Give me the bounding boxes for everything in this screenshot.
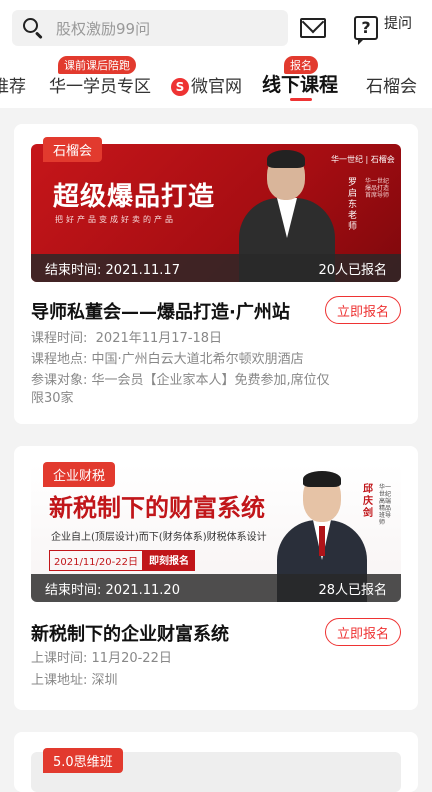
- tab-recommend[interactable]: 推荐: [0, 72, 26, 97]
- end-time: 结束时间: 2021.11.20: [45, 582, 180, 598]
- signup-button[interactable]: 立即报名: [325, 296, 401, 324]
- speaker-name: 罗启东老师: [348, 178, 358, 232]
- course-card[interactable]: 石榴会 超级爆品打造 把好产品变成好卖的产品 华一世纪 | 石榴会 罗启东老师 …: [14, 124, 418, 424]
- signup-count: 20人已报名: [318, 262, 387, 278]
- banner-status-strip: 结束时间: 2021.11.17 20人已报名: [31, 254, 401, 282]
- banner-headline: 超级爆品打造: [53, 182, 216, 212]
- course-audience: 参课对象: 华一会员【企业家本人】免费参加,席位仅限30家: [31, 373, 330, 406]
- banner-date: 2021/11/20-22日: [49, 550, 143, 571]
- tab-micro-site[interactable]: S 微官网: [171, 72, 242, 97]
- course-tag: 企业财税: [43, 462, 116, 487]
- course-card[interactable]: 5.0思维班: [14, 732, 418, 792]
- course-time: 课程时间: 2021年11月17-18日: [31, 331, 223, 346]
- category-tabs: 推荐 课前课后陪跑 华一学员专区 S 微官网 报名 线下课程 石榴会: [0, 56, 432, 108]
- course-title: 新税制下的企业财富系统: [31, 624, 229, 645]
- speaker-desc: 华一世纪爆品打造首席导师: [365, 178, 390, 199]
- banner-headline: 新税制下的财富系统: [49, 493, 265, 522]
- top-bar: 股权激励99问 ? 提问: [0, 0, 432, 56]
- tab-pomegranate[interactable]: 石榴会: [366, 72, 417, 97]
- ask-label: 提问: [384, 16, 412, 32]
- speaker-desc: 华一世纪高端精品班导师: [379, 484, 392, 526]
- speaker-name: 邱庆剑: [363, 484, 373, 519]
- course-card[interactable]: 企业财税 新税制下的财富系统 企业自上(顶层设计)而下(财务体系)财税体系设计 …: [14, 446, 418, 710]
- search-placeholder: 股权激励99问: [56, 19, 151, 38]
- course-time: 上课时间: 11月20-22日: [31, 651, 172, 666]
- course-banner[interactable]: 超级爆品打造 把好产品变成好卖的产品 华一世纪 | 石榴会 罗启东老师 华一世纪…: [31, 144, 401, 282]
- course-title: 导师私董会——爆品打造·广州站: [31, 302, 290, 323]
- signup-button[interactable]: 立即报名: [325, 618, 401, 646]
- banner-subline: 企业自上(顶层设计)而下(财务体系)财税体系设计: [51, 532, 267, 543]
- banner-cta: 即刻报名: [142, 550, 195, 571]
- course-location: 课程地点: 中国·广州白云大道北希尔顿欢朋酒店: [31, 352, 304, 367]
- weibo-icon: S: [171, 78, 189, 96]
- banner-date-cta: 2021/11/20-22日 即刻报名: [49, 550, 195, 571]
- course-tag: 5.0思维班: [43, 748, 123, 773]
- search-icon: [22, 17, 44, 40]
- brand-logo: 华一世纪 | 石榴会: [331, 155, 395, 164]
- banner-status-strip: 结束时间: 2021.11.20 28人已报名: [31, 574, 401, 602]
- end-time: 结束时间: 2021.11.17: [45, 262, 180, 278]
- banner-subline: 把好产品变成好卖的产品: [55, 215, 176, 224]
- ask-button[interactable]: ? 提问: [354, 16, 412, 45]
- active-tab-indicator: [290, 98, 312, 101]
- course-location: 上课地址: 深圳: [31, 673, 118, 688]
- tab-offline-courses[interactable]: 线下课程: [262, 70, 338, 101]
- course-tag: 石榴会: [43, 137, 103, 162]
- tab-member-zone[interactable]: 华一学员专区: [49, 72, 151, 97]
- mail-icon[interactable]: [300, 10, 326, 38]
- signup-count: 28人已报名: [318, 582, 387, 598]
- search-bar[interactable]: 股权激励99问: [12, 10, 288, 46]
- question-icon: ?: [354, 16, 378, 45]
